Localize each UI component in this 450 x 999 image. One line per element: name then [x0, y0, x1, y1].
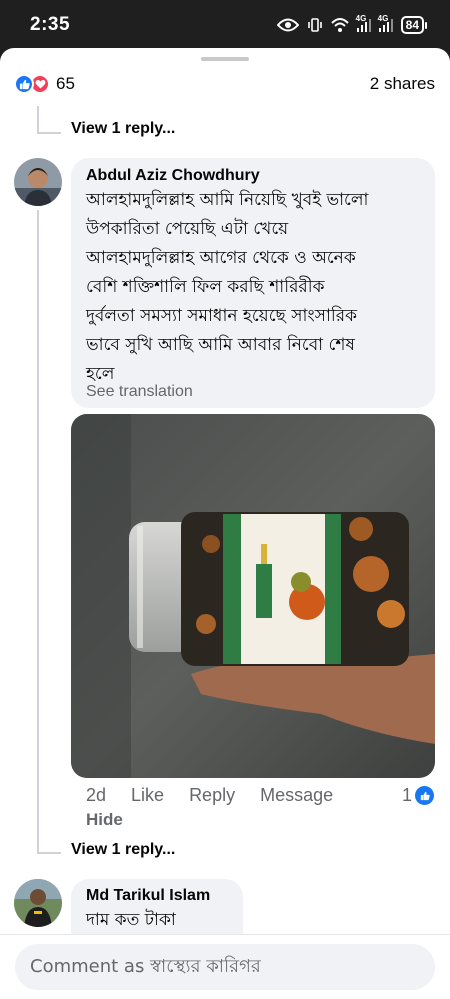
wifi-icon [330, 18, 349, 32]
drag-handle[interactable] [201, 57, 249, 61]
avatar[interactable] [14, 879, 62, 927]
comment-text: আলহামদুলিল্লাহ আমি নিয়েছি খুবই ভালো উপক… [86, 186, 431, 389]
comment-author[interactable]: Abdul Aziz Chowdhury [86, 167, 260, 185]
hide-button[interactable]: Hide [86, 810, 123, 830]
reaction-count: 65 [56, 74, 75, 93]
view-reply-link[interactable]: View 1 reply... [71, 841, 175, 859]
status-icons: 4G 4G 84 [276, 14, 428, 34]
like-reaction-icon [415, 786, 434, 805]
comment-line: উপকারিতা পেয়েছি এটা খেয়ে [86, 219, 289, 239]
like-reaction-icon [14, 74, 34, 94]
comment-composer: Comment as স্বাস্থ্যের কারিগর [0, 934, 450, 999]
comments-sheet: 65 2 shares View 1 reply... Abdul Aziz C… [0, 48, 450, 999]
network-label-2: 4G [377, 13, 389, 23]
comment-actions: 2d Like Reply Message [86, 785, 358, 806]
reply-button[interactable]: Reply [189, 785, 235, 806]
comment-input[interactable]: Comment as স্বাস্থ্যের কারিগর [15, 944, 435, 990]
status-time: 2:35 [30, 14, 71, 35]
battery-level: 84 [405, 18, 419, 32]
comment-text: দাম কত টাকা [86, 910, 176, 930]
reactions-summary[interactable]: 65 [14, 74, 75, 94]
status-bar: 2:35 4G 4G 84 [0, 0, 450, 48]
comment-photo[interactable] [71, 414, 435, 778]
signal-2-icon: 4G [378, 14, 393, 32]
battery-icon: 84 [400, 16, 428, 34]
see-translation-link[interactable]: See translation [86, 383, 193, 401]
vibrate-icon [307, 18, 322, 32]
network-label-1: 4G [355, 13, 367, 23]
comment-line: দুর্বলতা সমস্যা সমাধান হয়েছে সাংসারিক [86, 306, 357, 326]
avatar[interactable] [14, 158, 62, 206]
comment-line: আলহামদুলিল্লাহ আগের থেকে ও অনেক [86, 248, 356, 268]
shares-count[interactable]: 2 shares [370, 74, 435, 94]
message-button[interactable]: Message [260, 785, 333, 806]
comment-line: আলহামদুলিল্লাহ আমি নিয়েছি খুবই ভালো [86, 190, 369, 210]
like-count-number: 1 [401, 785, 412, 805]
thread-connector [37, 106, 39, 134]
view-reply-link[interactable]: View 1 reply... [71, 120, 175, 138]
thread-connector [37, 852, 61, 854]
comment-like-count[interactable]: 1 [402, 785, 434, 806]
eye-icon [276, 18, 299, 32]
comment-line: ভাবে সুখি আছি আমি আবার নিবো শেষ [86, 335, 355, 355]
thread-connector [37, 210, 39, 854]
signal-1-icon: 4G [356, 14, 371, 32]
like-button[interactable]: Like [131, 785, 164, 806]
thread-connector [37, 132, 61, 134]
comment-author[interactable]: Md Tarikul Islam [86, 887, 210, 905]
comment-time: 2d [86, 785, 107, 805]
product-jar-photo [71, 414, 435, 778]
comment-line: বেশি শক্তিশালি ফিল করছি শারিরীক [86, 277, 325, 297]
